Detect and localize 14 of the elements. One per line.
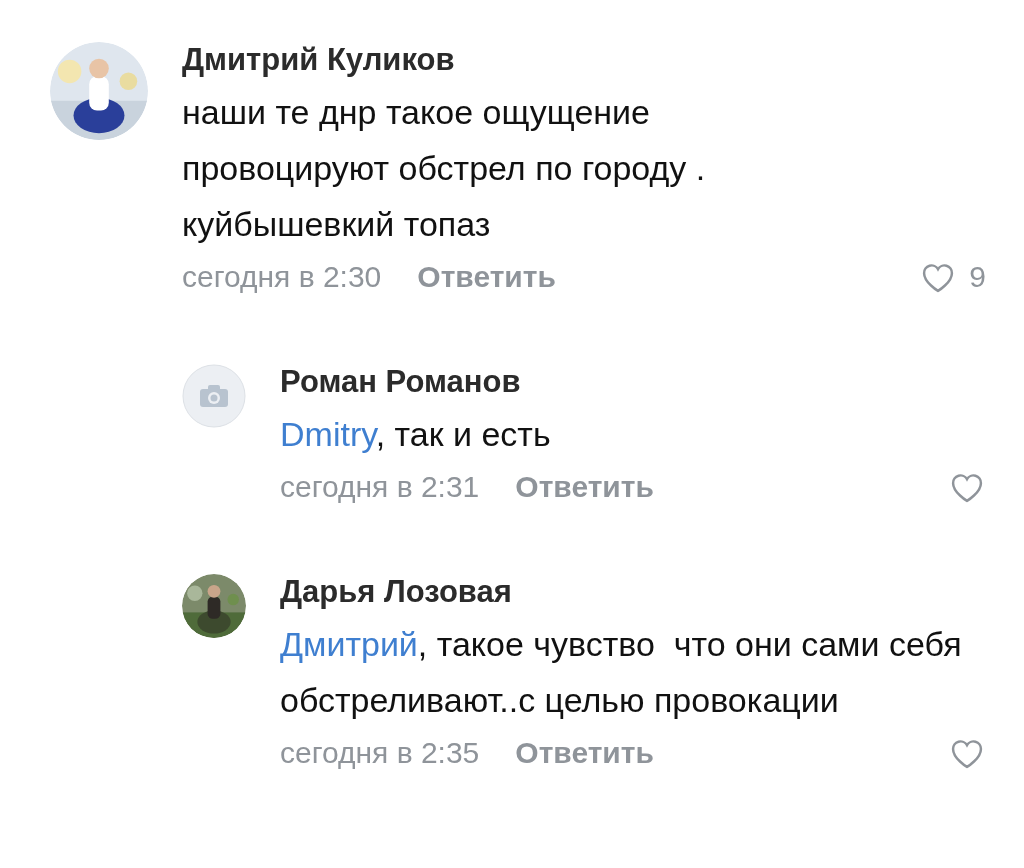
comment-time: сегодня в 2:35 (280, 735, 480, 771)
comment-text: наши те днр такое ощущение провоцируют обстрел по городу . куйбышевкий топаз (182, 92, 707, 245)
comment-time: сегодня в 2:30 (182, 259, 382, 295)
camera-icon (182, 364, 246, 428)
reply-link[interactable]: Ответить (417, 254, 556, 300)
reply-link[interactable]: Ответить (515, 730, 654, 776)
like-button[interactable]: 9 (919, 254, 986, 300)
comment-text: Dmitry, так и есть (280, 414, 552, 455)
comment-time: сегодня в 2:31 (280, 469, 480, 505)
author-name[interactable]: Дмитрий Куликов (182, 40, 986, 80)
reply-link[interactable]: Ответить (515, 464, 654, 510)
comment-text: Дмитрий, такое чувство что они сами себя обстреливают..с целью провокации (280, 624, 963, 721)
author-name[interactable]: Дарья Лозовая (280, 572, 986, 612)
author-name[interactable]: Роман Романов (280, 362, 986, 402)
